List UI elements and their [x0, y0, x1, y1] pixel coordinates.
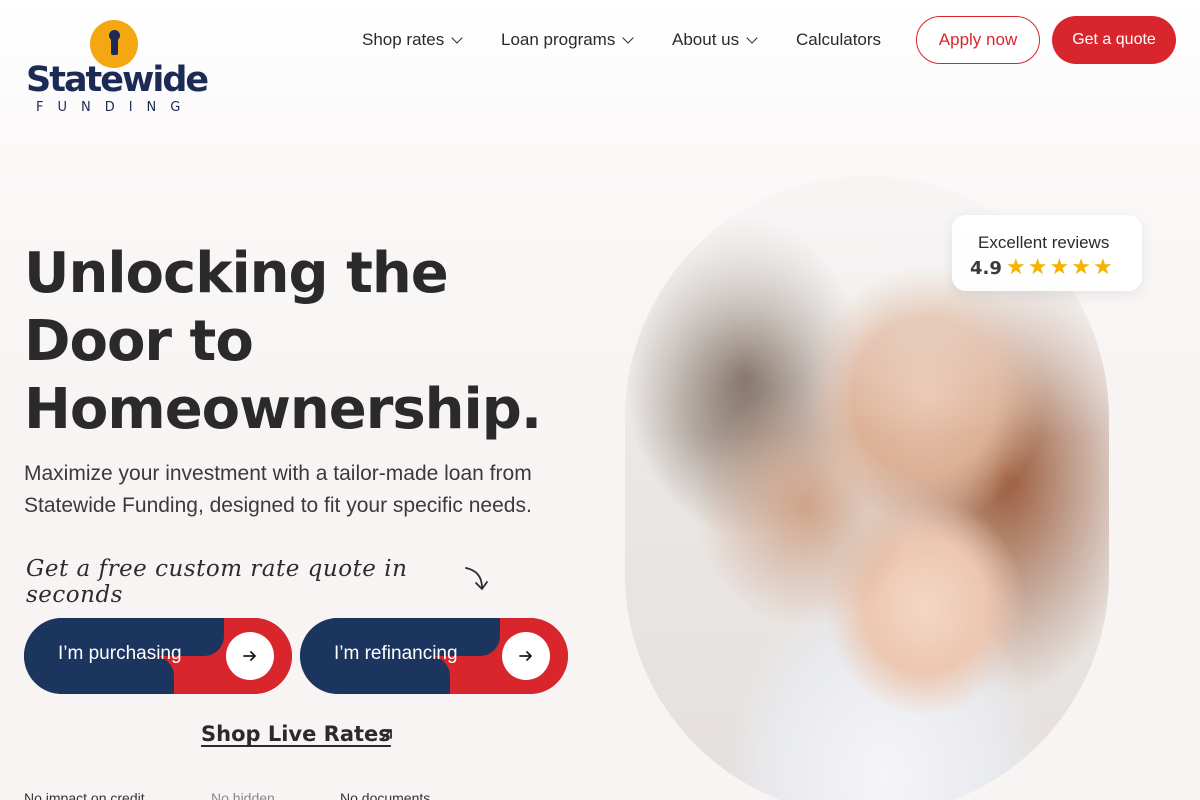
reviews-score: 4.9 — [970, 258, 1002, 279]
hero-subtitle-line: Statewide Funding, designed to fit your … — [24, 494, 532, 517]
hero-title: Unlocking the Door to Homeownership. — [24, 240, 584, 444]
star-icon: ★ — [1049, 255, 1070, 280]
nav-calculators-label: Calculators — [796, 30, 882, 49]
rate-quote-tagline: Get a free custom rate quote in seconds — [26, 556, 408, 608]
nav-calculators[interactable]: Calculators — [796, 28, 881, 52]
nav-loan-programs-label: Loan programs — [501, 30, 616, 49]
arrow-right-icon — [226, 632, 274, 680]
star-icon: ★ — [1092, 255, 1113, 280]
chevron-down-icon — [451, 31, 463, 44]
nav-loan-programs[interactable]: Loan programs — [501, 28, 635, 52]
brand-name: Statewide — [26, 60, 209, 100]
apply-now-button[interactable]: Apply now — [916, 16, 1040, 64]
curved-arrow-icon — [465, 567, 488, 590]
benefit-item: No impact on credit — [24, 790, 145, 800]
arrow-up-right-icon — [380, 729, 392, 741]
arrow-right-icon — [502, 632, 550, 680]
nav-about-us-label: About us — [672, 30, 740, 49]
benefit-item: No documents — [340, 790, 431, 800]
chevron-down-icon — [746, 31, 758, 44]
refinancing-button[interactable]: I’m refinancing — [300, 618, 568, 694]
star-icon: ★ — [1071, 255, 1091, 280]
star-icon: ★ — [1006, 255, 1026, 280]
hero-subtitle-line: Maximize your investment with a tailor-m… — [24, 462, 532, 485]
brand-subname: FUNDING — [36, 100, 195, 115]
brand-logo[interactable]: Statewide FUNDING — [26, 16, 209, 120]
chevron-down-icon — [622, 31, 635, 44]
get-quote-button[interactable]: Get a quote — [1052, 16, 1176, 64]
nav-about-us[interactable]: About us — [672, 28, 758, 52]
purchasing-label: I’m purchasing — [58, 643, 182, 664]
rating-stars: ★ ★ ★ ★ ★ — [1006, 255, 1113, 281]
star-icon: ★ — [1027, 255, 1048, 280]
benefit-item: No hidden — [211, 790, 275, 800]
hero-title-line: Unlocking the — [24, 241, 449, 306]
purchasing-button[interactable]: I’m purchasing — [24, 618, 292, 694]
reviews-title: Excellent reviews — [978, 233, 1110, 252]
hero-subtitle: Maximize your investment with a tailor-m… — [24, 458, 584, 522]
shop-live-rates-link[interactable]: Shop Live Rates — [201, 722, 391, 746]
reviews-badge: Excellent reviews 4.9 ★ ★ ★ ★ ★ — [952, 215, 1142, 291]
hero-title-line: Door to — [24, 309, 254, 374]
refinancing-label: I’m refinancing — [334, 643, 458, 664]
hero-title-line: Homeownership. — [24, 377, 542, 442]
nav-shop-rates-label: Shop rates — [362, 30, 445, 49]
nav-shop-rates[interactable]: Shop rates — [362, 28, 463, 52]
